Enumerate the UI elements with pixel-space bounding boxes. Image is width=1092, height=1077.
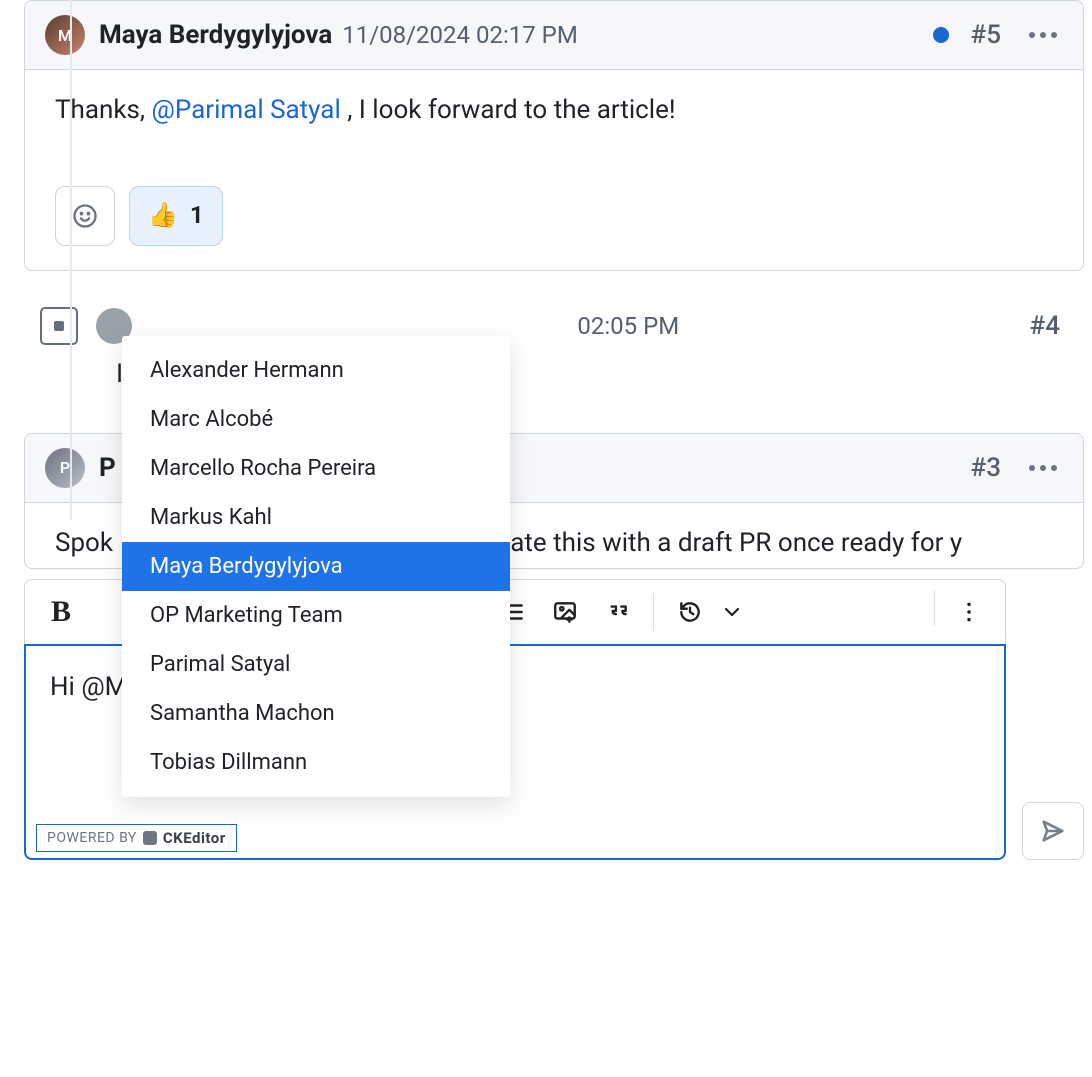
image-button[interactable] (543, 590, 587, 634)
comment-text: , I look forward to the article! (341, 95, 676, 125)
comment-actions-menu[interactable] (1023, 459, 1063, 477)
ckeditor-logo-icon (143, 831, 157, 845)
comment-card: M Maya Berdygylyjova 11/08/2024 02:17 PM… (24, 0, 1084, 271)
ckeditor-badge[interactable]: POWERED BY CKEditor (36, 824, 237, 852)
comment-text: I'll update this with a draft PR once re… (436, 528, 962, 558)
history-button[interactable] (668, 590, 712, 634)
comment-sequence[interactable]: #3 (971, 453, 1001, 483)
mention-option[interactable]: OP Marketing Team (122, 591, 510, 640)
powered-by-brand: CKEditor (163, 829, 226, 847)
comment-sequence[interactable]: #5 (971, 20, 1001, 50)
mention-option[interactable]: Samantha Machon (122, 689, 510, 738)
mention-option[interactable]: Marcello Rocha Pereira (122, 444, 510, 493)
mention-option[interactable]: Parimal Satyal (122, 640, 510, 689)
bold-button[interactable]: B (39, 590, 83, 634)
quote-button[interactable] (595, 590, 639, 634)
add-reaction-button[interactable] (55, 186, 115, 246)
comment-text: Spok (55, 528, 113, 558)
status-change-icon (40, 307, 78, 345)
thumbs-up-icon: 👍 (148, 198, 178, 233)
reaction-count: 1 (190, 198, 204, 233)
comment-author[interactable]: Maya Berdygylyjova (99, 20, 332, 50)
comment-body: Thanks, @Parimal Satyal , I look forward… (25, 70, 1083, 270)
mention-option[interactable]: Maya Berdygylyjova (122, 542, 510, 591)
mention-option[interactable]: Alexander Hermann (122, 346, 510, 395)
send-button[interactable] (1022, 802, 1084, 860)
unread-indicator-icon[interactable] (933, 27, 949, 43)
comment-timestamp: 11/08/2024 02:17 PM (342, 21, 577, 49)
mention-option[interactable]: Tobias Dillmann (122, 738, 510, 787)
avatar[interactable]: M (45, 15, 85, 55)
mention-option[interactable]: Markus Kahl (122, 493, 510, 542)
event-timestamp: 02:05 PM (577, 312, 679, 340)
history-dropdown[interactable] (720, 590, 744, 634)
powered-by-label: POWERED BY (47, 830, 137, 846)
comment-header: M Maya Berdygylyjova 11/08/2024 02:17 PM… (25, 1, 1083, 70)
user-mention[interactable]: @Parimal Satyal (152, 95, 341, 125)
reaction-pill-thumbs-up[interactable]: 👍 1 (129, 186, 223, 246)
comment-author-fragment[interactable]: P (99, 453, 116, 483)
mention-option[interactable]: Marc Alcobé (122, 395, 510, 444)
comment-actions-menu[interactable] (1023, 26, 1063, 44)
mention-autocomplete: Alexander HermannMarc AlcobéMarcello Roc… (122, 336, 510, 797)
event-sequence[interactable]: #4 (1030, 311, 1060, 341)
more-toolbar-button[interactable] (947, 590, 991, 634)
avatar[interactable]: P (45, 448, 85, 488)
activity-timeline-line (70, 0, 72, 520)
